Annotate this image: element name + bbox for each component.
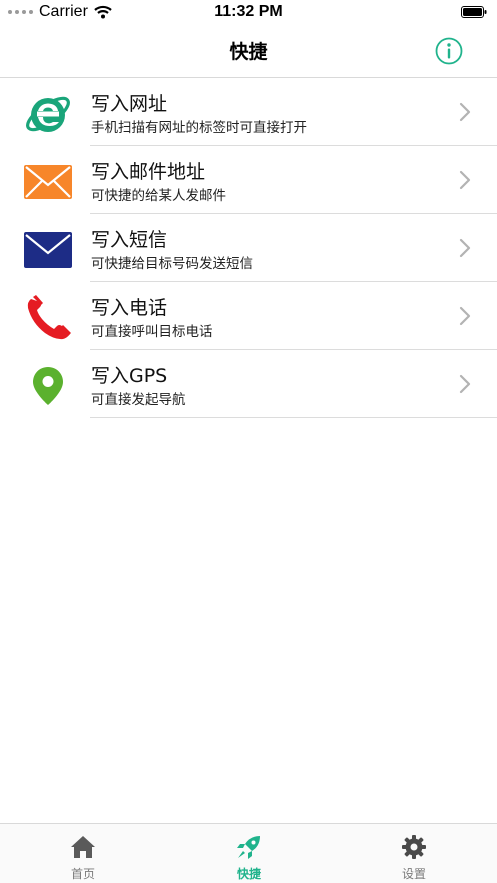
chevron-right-icon bbox=[459, 102, 471, 122]
home-icon bbox=[71, 836, 95, 858]
status-bar: Carrier 11:32 PM bbox=[0, 0, 497, 24]
list-item-sms[interactable]: 写入短信 可快捷给目标号码发送短信 bbox=[0, 214, 497, 282]
row-title: 写入网址 bbox=[91, 93, 168, 115]
row-title: 写入短信 bbox=[91, 229, 168, 251]
row-subtitle: 可直接呼叫目标电话 bbox=[91, 324, 213, 340]
tab-label: 快捷 bbox=[236, 867, 261, 881]
sms-envelope-icon bbox=[22, 224, 74, 276]
divider bbox=[90, 417, 497, 418]
list-item-phone[interactable]: 写入电话 可直接呼叫目标电话 bbox=[0, 282, 497, 350]
page-title: 快捷 bbox=[229, 41, 268, 63]
chevron-right-icon bbox=[459, 374, 471, 394]
info-circle-icon[interactable] bbox=[435, 37, 463, 65]
ie-browser-icon bbox=[22, 88, 74, 140]
tab-bar: 首页 快捷 设置 bbox=[0, 823, 497, 883]
chevron-right-icon bbox=[459, 170, 471, 190]
list-item-url[interactable]: 写入网址 手机扫描有网址的标签时可直接打开 bbox=[0, 78, 497, 146]
chevron-right-icon bbox=[459, 306, 471, 326]
row-title: 写入邮件地址 bbox=[91, 161, 206, 183]
tab-home[interactable]: 首页 bbox=[0, 824, 166, 883]
row-subtitle: 可快捷的给某人发邮件 bbox=[91, 188, 226, 204]
chevron-right-icon bbox=[459, 238, 471, 258]
tab-label: 首页 bbox=[70, 867, 95, 881]
phone-icon bbox=[22, 292, 74, 344]
status-time: 11:32 PM bbox=[214, 3, 283, 20]
navigation-bar: 快捷 bbox=[0, 24, 497, 78]
row-title: 写入GPS bbox=[91, 365, 168, 387]
row-title: 写入电话 bbox=[91, 297, 168, 319]
shortcut-list: 写入网址 手机扫描有网址的标签时可直接打开 写入邮件地址 可快捷的给某人发邮件 … bbox=[0, 78, 497, 418]
row-subtitle: 可直接发起导航 bbox=[91, 392, 186, 408]
battery-icon bbox=[461, 6, 487, 18]
gear-icon bbox=[402, 835, 426, 859]
tab-label: 设置 bbox=[401, 867, 426, 881]
row-subtitle: 手机扫描有网址的标签时可直接打开 bbox=[91, 120, 307, 136]
mail-envelope-icon bbox=[22, 156, 74, 208]
list-item-email[interactable]: 写入邮件地址 可快捷的给某人发邮件 bbox=[0, 146, 497, 214]
tab-shortcuts[interactable]: 快捷 bbox=[166, 824, 332, 883]
tab-settings[interactable]: 设置 bbox=[331, 824, 497, 883]
location-pin-icon bbox=[22, 360, 74, 412]
rocket-icon bbox=[237, 836, 260, 859]
row-subtitle: 可快捷给目标号码发送短信 bbox=[91, 256, 253, 272]
list-item-gps[interactable]: 写入GPS 可直接发起导航 bbox=[0, 350, 497, 418]
